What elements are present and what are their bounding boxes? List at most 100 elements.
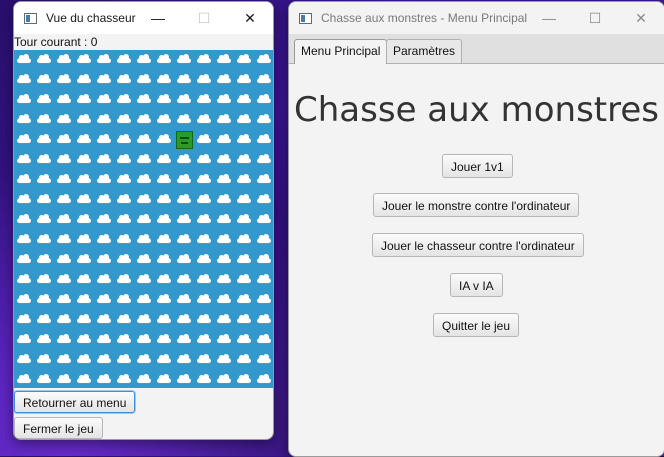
grid-cell[interactable] [14, 310, 34, 330]
grid-cell[interactable] [194, 210, 214, 230]
grid-cell[interactable] [34, 210, 54, 230]
grid-cell[interactable] [34, 110, 54, 130]
grid-cell[interactable] [74, 350, 94, 370]
grid-cell[interactable] [194, 110, 214, 130]
grid-cell[interactable] [214, 190, 234, 210]
grid-cell[interactable] [254, 90, 273, 110]
grid-cell[interactable] [254, 230, 273, 250]
grid-cell[interactable] [254, 50, 273, 70]
grid-cell[interactable] [194, 170, 214, 190]
grid-cell[interactable] [114, 230, 134, 250]
grid-cell[interactable] [154, 270, 174, 290]
grid-cell[interactable] [234, 50, 254, 70]
grid-cell[interactable] [234, 170, 254, 190]
grid-cell[interactable] [34, 170, 54, 190]
grid-cell[interactable] [14, 130, 34, 150]
grid-cell[interactable] [94, 130, 114, 150]
grid-cell[interactable] [74, 270, 94, 290]
grid-cell[interactable] [94, 210, 114, 230]
grid-cell[interactable] [54, 290, 74, 310]
grid-cell[interactable] [134, 190, 154, 210]
grid-cell[interactable] [174, 110, 194, 130]
grid-cell[interactable] [34, 130, 54, 150]
grid-cell[interactable] [194, 350, 214, 370]
grid-cell[interactable] [214, 290, 234, 310]
grid-cell[interactable] [174, 230, 194, 250]
grid-cell[interactable] [234, 250, 254, 270]
grid-cell[interactable] [254, 130, 273, 150]
grid-cell[interactable] [114, 310, 134, 330]
grid-cell[interactable] [94, 110, 114, 130]
grid-cell[interactable] [14, 250, 34, 270]
grid-cell[interactable] [34, 190, 54, 210]
grid-cell[interactable] [54, 90, 74, 110]
grid-cell[interactable] [174, 250, 194, 270]
grid-cell[interactable] [14, 190, 34, 210]
grid-cell[interactable] [94, 50, 114, 70]
grid-cell[interactable] [34, 230, 54, 250]
grid-cell[interactable] [54, 270, 74, 290]
grid-cell[interactable] [234, 110, 254, 130]
grid-cell[interactable] [154, 70, 174, 90]
grid-cell[interactable] [214, 70, 234, 90]
back-to-menu-button[interactable]: Retourner au menu [14, 391, 136, 413]
grid-cell[interactable] [94, 170, 114, 190]
grid-cell[interactable] [134, 310, 154, 330]
grid-cell[interactable] [174, 190, 194, 210]
grid-cell[interactable] [74, 110, 94, 130]
grid-cell[interactable] [134, 370, 154, 388]
grid-cell[interactable] [254, 310, 273, 330]
grid-cell[interactable] [94, 90, 114, 110]
grid-cell[interactable] [194, 150, 214, 170]
grid-cell[interactable] [194, 290, 214, 310]
grid-cell[interactable] [174, 310, 194, 330]
grid-cell[interactable] [74, 90, 94, 110]
grid-cell[interactable] [134, 150, 154, 170]
grid-cell[interactable] [194, 130, 214, 150]
grid-cell[interactable] [134, 270, 154, 290]
grid-cell[interactable] [54, 130, 74, 150]
grid-cell[interactable] [114, 350, 134, 370]
grid-cell[interactable] [34, 290, 54, 310]
grid-cell[interactable] [74, 170, 94, 190]
grid-cell[interactable] [174, 170, 194, 190]
grid-cell[interactable] [154, 330, 174, 350]
grid-cell[interactable] [154, 230, 174, 250]
grid-cell[interactable] [74, 130, 94, 150]
grid-cell[interactable] [174, 90, 194, 110]
grid-cell[interactable] [14, 150, 34, 170]
grid-cell[interactable] [114, 190, 134, 210]
grid-cell[interactable] [114, 130, 134, 150]
grid-cell[interactable] [194, 330, 214, 350]
menu-window-titlebar[interactable]: Chasse aux monstres - Menu Principal — ☐… [289, 2, 664, 34]
grid-cell[interactable] [234, 230, 254, 250]
grid-cell[interactable] [54, 190, 74, 210]
grid-cell[interactable] [234, 190, 254, 210]
grid-cell[interactable] [74, 190, 94, 210]
grid-cell[interactable] [34, 350, 54, 370]
play-1v1-button[interactable]: Jouer 1v1 [442, 154, 513, 178]
grid-cell[interactable] [214, 330, 234, 350]
grid-cell[interactable] [234, 270, 254, 290]
grid-cell[interactable] [194, 190, 214, 210]
grid-cell[interactable] [234, 150, 254, 170]
quit-game-button[interactable]: Quitter le jeu [433, 313, 520, 337]
grid-cell[interactable] [254, 330, 273, 350]
grid-cell[interactable] [54, 150, 74, 170]
grid-cell[interactable] [14, 110, 34, 130]
grid-cell[interactable] [34, 70, 54, 90]
grid-cell[interactable] [114, 170, 134, 190]
grid-cell[interactable] [154, 150, 174, 170]
grid-cell[interactable] [34, 150, 54, 170]
game-grid[interactable] [14, 50, 273, 388]
grid-cell[interactable] [114, 50, 134, 70]
grid-cell[interactable] [94, 330, 114, 350]
grid-cell[interactable] [154, 50, 174, 70]
grid-cell[interactable] [54, 370, 74, 388]
grid-cell[interactable] [14, 70, 34, 90]
tab-main-menu[interactable]: Menu Principal [294, 39, 388, 64]
grid-cell[interactable] [94, 190, 114, 210]
grid-cell[interactable] [54, 70, 74, 90]
grid-cell[interactable] [254, 210, 273, 230]
grid-cell[interactable] [74, 290, 94, 310]
